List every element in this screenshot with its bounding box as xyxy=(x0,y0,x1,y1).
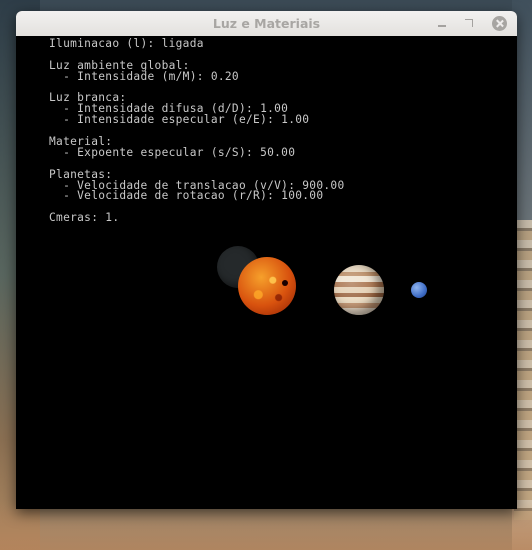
app-window: Luz e Materiais Iluminacao (l): ligada L… xyxy=(16,11,517,509)
title-bar[interactable]: Luz e Materiais xyxy=(16,11,517,37)
maximize-icon[interactable] xyxy=(462,16,477,31)
hud-text: Iluminacao (l): ligada Luz ambiente glob… xyxy=(49,37,345,225)
opengl-canvas[interactable]: Iluminacao (l): ligada Luz ambiente glob… xyxy=(16,36,517,509)
jupiter-body xyxy=(334,265,384,315)
hud-line: - Intensidade especular (e/E): 1.00 xyxy=(49,113,310,127)
hud-line: - Expoente especular (s/S): 50.00 xyxy=(49,145,296,159)
minimize-icon[interactable] xyxy=(435,16,450,31)
close-icon[interactable] xyxy=(492,16,507,31)
sun-spot xyxy=(282,280,288,286)
neptune-body xyxy=(411,282,427,298)
hud-line: - Intensidade (m/M): 0.20 xyxy=(49,69,239,83)
hud-line: - Velocidade de rotacao (r/R): 100.00 xyxy=(49,189,324,203)
sun-body xyxy=(238,257,296,315)
hud-line: Cmeras: 1. xyxy=(49,211,120,225)
hud-line: Iluminacao (l): ligada xyxy=(49,37,204,50)
